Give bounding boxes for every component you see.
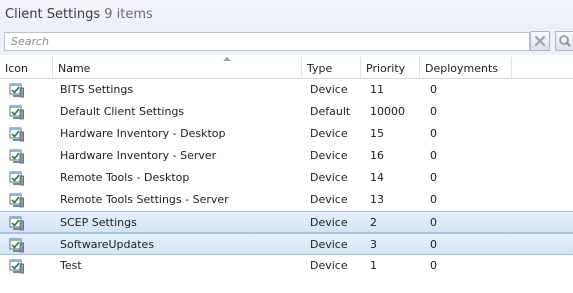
title-text: Client Settings [5,7,101,22]
sort-ascending-icon [223,57,231,61]
row-priority: 10000 [370,105,405,118]
client-settings-icon [9,127,25,142]
column-label-icon: Icon [5,62,28,75]
table-row[interactable]: Hardware Inventory - Server Device 16 0 [0,145,573,167]
row-name: Remote Tools - Desktop [60,171,190,184]
table-row[interactable]: Default Client Settings Default 10000 0 [0,101,573,123]
row-priority: 3 [370,238,377,251]
item-count: 9 items [104,7,153,22]
row-deployments: 0 [430,105,437,118]
row-type: Default [310,105,351,118]
row-deployments: 0 [430,83,437,96]
row-type: Device [310,193,348,206]
column-header-icon[interactable]: Icon [0,57,53,78]
row-priority: 11 [370,83,384,96]
client-settings-icon [9,238,25,253]
row-deployments: 0 [430,149,437,162]
clear-search-button[interactable] [530,31,550,51]
row-priority: 15 [370,127,384,140]
client-settings-icon [9,149,25,164]
row-type: Device [310,238,348,251]
client-settings-panel: Client Settings 9 items Icon Name [0,0,573,293]
table-row[interactable]: Remote Tools Settings - Server Device 13 0 [0,189,573,211]
row-type: Device [310,83,348,96]
row-name: Hardware Inventory - Desktop [60,127,226,140]
table-row[interactable]: Hardware Inventory - Desktop Device 15 0 [0,123,573,145]
row-name: BITS Settings [60,83,134,96]
row-deployments: 0 [430,259,437,272]
row-priority: 13 [370,193,384,206]
row-name: Hardware Inventory - Server [60,149,217,162]
row-deployments: 0 [430,193,437,206]
row-type: Device [310,216,348,229]
row-name: Remote Tools Settings - Server [60,193,229,206]
row-type: Device [310,127,348,140]
page-title: Client Settings 9 items [5,7,153,22]
table-row[interactable]: SCEP Settings Device 2 0 [0,211,573,233]
client-settings-icon [9,171,25,186]
row-name: Test [60,259,82,272]
clear-x-icon [534,35,546,47]
row-deployments: 0 [430,238,437,251]
row-priority: 14 [370,171,384,184]
magnifier-icon [559,35,571,47]
column-header-type[interactable]: Type [302,57,361,78]
table-row[interactable]: Remote Tools - Desktop Device 14 0 [0,167,573,189]
table-row[interactable]: Test Device 1 0 [0,255,573,277]
column-header-deployments[interactable]: Deployments [420,57,512,78]
client-settings-icon [9,105,25,120]
column-header-name[interactable]: Name [53,57,302,78]
client-settings-icon [9,193,25,208]
row-name: Default Client Settings [60,105,185,118]
row-priority: 16 [370,149,384,162]
column-label-type: Type [307,62,333,75]
row-deployments: 0 [430,127,437,140]
table-row[interactable]: SoftwareUpdates Device 3 0 [0,233,573,255]
column-label-deployments: Deployments [425,62,499,75]
row-name: SCEP Settings [60,216,137,229]
row-priority: 1 [370,259,377,272]
column-header-row: Icon Name Type Priority Deployments [0,57,573,79]
row-name: SoftwareUpdates [60,238,155,251]
client-settings-list: BITS Settings Device 11 0 Default Client Set… [0,79,573,277]
row-type: Device [310,259,348,272]
row-priority: 2 [370,216,377,229]
client-settings-icon [9,259,25,274]
search-bar [0,29,573,55]
row-deployments: 0 [430,171,437,184]
column-label-priority: Priority [366,62,406,75]
client-settings-icon [9,216,25,231]
search-button[interactable] [555,31,573,51]
row-type: Device [310,149,348,162]
table-row[interactable]: BITS Settings Device 11 0 [0,79,573,101]
client-settings-icon [9,83,25,98]
column-header-priority[interactable]: Priority [361,57,420,78]
row-type: Device [310,171,348,184]
column-label-name: Name [58,62,91,75]
search-input[interactable] [4,32,530,51]
row-deployments: 0 [430,216,437,229]
panel-header: Client Settings 9 items [0,0,573,29]
